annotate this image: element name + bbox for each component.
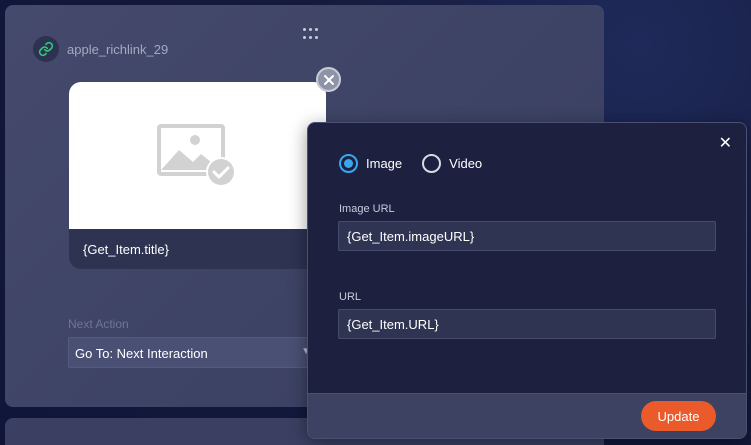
radio-image-label: Image [366,156,403,171]
radio-image-indicator[interactable] [339,154,358,173]
close-icon[interactable]: ✕ [719,133,732,153]
next-action-select[interactable]: Go To: Next Interaction ▼ [68,337,318,368]
node-title: apple_richlink_29 [67,41,169,57]
radio-video-indicator[interactable] [422,154,442,173]
url-label: URL [339,291,362,303]
drag-handle-icon[interactable] [303,28,319,40]
radio-image[interactable]: Image [339,154,402,173]
link-icon [33,36,59,62]
image-url-label: Image URL [339,203,395,215]
remove-icon[interactable] [316,67,341,92]
media-type-radio-group: Image Video [339,154,482,173]
url-input[interactable] [338,309,716,339]
rich-link-title: {Get_Item.title} [83,242,169,257]
check-icon [205,156,236,187]
next-action-label: Next Action [68,317,129,331]
image-url-input[interactable] [338,221,716,251]
image-placeholder-icon [156,123,236,187]
radio-video-label: Video [449,156,483,171]
next-action-value: Go To: Next Interaction [75,346,208,361]
rich-link-image[interactable] [69,82,326,229]
update-button[interactable]: Update [641,401,716,431]
node-header: apple_richlink_29 [33,36,168,62]
rich-link-card[interactable]: {Get_Item.title} [69,82,326,269]
panel-footer: Update [308,393,746,438]
radio-video[interactable]: Video [422,154,482,173]
media-settings-panel: ✕ Image Video Image URL URL Update [307,122,747,439]
